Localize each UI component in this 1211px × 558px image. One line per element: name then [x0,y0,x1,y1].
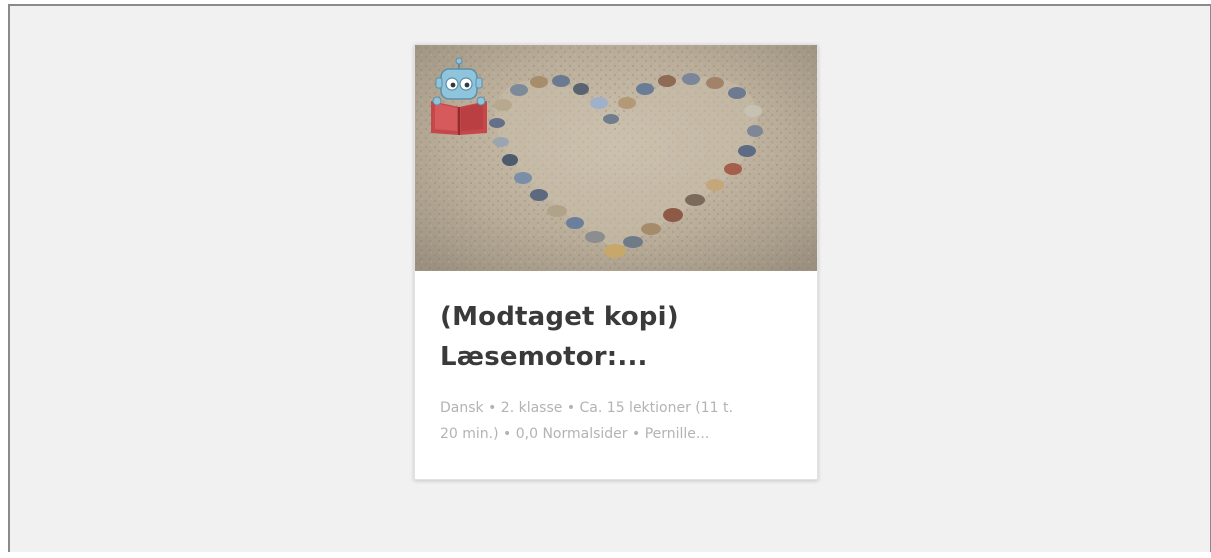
content-frame: (Modtaget kopi) Læsemotor:... Dansk • 2.… [8,4,1211,552]
card-meta-line-2: 20 min.) • 0,0 Normalsider • Pernille... [440,426,710,442]
card-meta: Dansk • 2. klasse • Ca. 15 lektioner (11… [440,395,800,447]
robot-reading-book-icon [429,57,489,135]
card-title-line-2: Læsemotor:... [440,342,648,372]
card-title-line-1: (Modtaget kopi) [440,302,679,332]
card-title[interactable]: (Modtaget kopi) Læsemotor:... [440,297,800,377]
material-card[interactable]: (Modtaget kopi) Læsemotor:... Dansk • 2.… [414,44,818,480]
card-cover-image[interactable] [415,45,817,271]
card-body: (Modtaget kopi) Læsemotor:... Dansk • 2.… [440,297,800,447]
card-meta-line-1: Dansk • 2. klasse • Ca. 15 lektioner (11… [440,400,733,416]
